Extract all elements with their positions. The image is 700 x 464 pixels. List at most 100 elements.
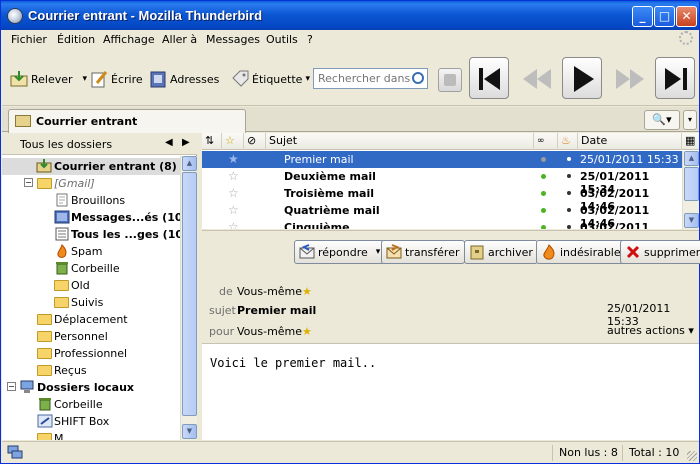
folder-suivis[interactable]: Suivis bbox=[2, 294, 180, 311]
folder-deplacement[interactable]: Déplacement bbox=[2, 311, 180, 328]
address-book-button[interactable]: Adresses bbox=[149, 66, 219, 92]
folder-shift-box[interactable]: SHIFT Box bbox=[2, 413, 180, 430]
junk-status-bullet[interactable] bbox=[567, 208, 571, 212]
folder-important[interactable]: Messages...és (10) bbox=[2, 209, 180, 226]
prev-view-icon[interactable]: ◀ bbox=[165, 137, 173, 148]
menu-messages[interactable]: Messages bbox=[206, 33, 260, 46]
online-status-icon[interactable] bbox=[7, 445, 23, 459]
scroll-thumb[interactable] bbox=[684, 167, 699, 201]
unread-status-dot[interactable] bbox=[541, 208, 546, 213]
archive-button[interactable]: archiver bbox=[464, 240, 538, 264]
message-row[interactable]: ☆ Troisième mail 03/02/2011 14:46 bbox=[202, 185, 682, 213]
delete-button[interactable]: supprimer bbox=[620, 240, 700, 264]
reply-dropdown-icon[interactable]: ▾ bbox=[376, 247, 381, 257]
menu-help[interactable]: ? bbox=[307, 33, 313, 46]
tab-list-button[interactable]: ▾ bbox=[683, 110, 697, 130]
starred-column-icon[interactable]: ☆ bbox=[222, 133, 244, 150]
scroll-down-icon[interactable]: ▼ bbox=[684, 213, 699, 228]
other-actions-button[interactable]: autres actions ▾ bbox=[607, 324, 694, 337]
junk-status-bullet[interactable] bbox=[567, 157, 571, 161]
previous-button[interactable] bbox=[469, 57, 509, 99]
folder-recus[interactable]: Reçus bbox=[2, 362, 180, 379]
reply-button[interactable]: répondre ▾ bbox=[294, 240, 386, 264]
title-bar[interactable]: Courrier entrant - Mozilla Thunderbird _… bbox=[1, 1, 699, 30]
minimize-button[interactable]: _ bbox=[632, 6, 653, 27]
junk-status-bullet[interactable] bbox=[567, 191, 571, 195]
unread-status-dot[interactable] bbox=[541, 191, 546, 196]
folder-drafts[interactable]: Brouillons bbox=[2, 192, 180, 209]
column-picker-icon[interactable]: ▦ bbox=[682, 133, 699, 150]
junk-status-bullet[interactable] bbox=[567, 225, 571, 229]
star-icon[interactable]: ☆ bbox=[228, 203, 239, 217]
message-row[interactable]: ★ Premier mail 25/01/2011 15:33 bbox=[202, 151, 682, 168]
read-column-icon[interactable]: ∞ bbox=[534, 133, 558, 150]
search-icon[interactable] bbox=[412, 72, 424, 84]
folder-local-folders[interactable]: − Dossiers locaux bbox=[2, 379, 180, 396]
close-button[interactable]: ✕ bbox=[676, 6, 697, 27]
folder-gmail[interactable]: − [Gmail] bbox=[2, 175, 180, 192]
tag-button[interactable]: Étiquette ▾ bbox=[231, 66, 310, 92]
folder-professionnel[interactable]: Professionnel bbox=[2, 345, 180, 362]
folder-spam[interactable]: Spam bbox=[2, 243, 180, 260]
get-mail-button[interactable]: Relever ▾ bbox=[10, 66, 87, 92]
attachment-column-icon[interactable]: ⊘ bbox=[244, 133, 266, 150]
star-icon[interactable]: ☆ bbox=[228, 220, 239, 229]
folder-inbox[interactable]: Courrier entrant (8) bbox=[2, 158, 180, 175]
from-name[interactable]: Vous-même bbox=[237, 285, 302, 298]
folder-all-mail[interactable]: Tous les ...ges (10) bbox=[2, 226, 180, 243]
star-icon[interactable]: ☆ bbox=[228, 169, 239, 183]
stop-button[interactable] bbox=[438, 68, 462, 92]
message-row[interactable]: ☆ Quatrième mail 03/02/2011 14:46 bbox=[202, 202, 682, 230]
quick-filter-button[interactable]: 🔍▾ bbox=[644, 110, 680, 130]
fast-forward-button[interactable] bbox=[609, 57, 649, 99]
unread-status-dot[interactable] bbox=[541, 174, 546, 179]
folder-old[interactable]: Old bbox=[2, 277, 180, 294]
resize-grip-icon[interactable] bbox=[687, 451, 697, 461]
thread-column-icon[interactable]: ⇅ bbox=[202, 133, 222, 150]
star-contact-icon[interactable]: ★ bbox=[302, 285, 312, 298]
folder-local-trash[interactable]: Corbeille bbox=[2, 396, 180, 413]
menu-outils[interactable]: Outils bbox=[266, 33, 298, 46]
menu-fichier[interactable]: Fichier bbox=[11, 33, 47, 46]
message-row[interactable]: ☆ Deuxième mail 25/01/2011 15:34 bbox=[202, 168, 682, 196]
tag-dropdown-icon[interactable]: ▾ bbox=[305, 74, 310, 84]
date-column-header[interactable]: Date bbox=[578, 133, 682, 150]
play-button[interactable] bbox=[562, 57, 602, 99]
search-box[interactable] bbox=[313, 68, 428, 89]
scroll-up-icon[interactable]: ▲ bbox=[684, 151, 699, 166]
subject-column-header[interactable]: Sujet bbox=[266, 133, 534, 150]
collapse-icon[interactable]: − bbox=[7, 382, 16, 391]
tab-inbox[interactable]: Courrier entrant bbox=[8, 109, 246, 133]
thread-scrollbar[interactable]: ▲ ▼ bbox=[682, 151, 699, 229]
folder-scrollbar[interactable]: ▲ ▼ bbox=[180, 156, 197, 440]
maximize-button[interactable]: □ bbox=[654, 6, 675, 27]
collapse-icon[interactable]: − bbox=[24, 178, 33, 187]
star-icon[interactable]: ★ bbox=[228, 152, 239, 166]
junk-button[interactable]: indésirable bbox=[536, 240, 626, 264]
read-status-dot[interactable] bbox=[541, 157, 546, 162]
rewind-button[interactable] bbox=[516, 57, 556, 99]
get-mail-dropdown-icon[interactable]: ▾ bbox=[83, 74, 88, 84]
to-name[interactable]: Vous-même bbox=[237, 325, 302, 338]
folder-personnel[interactable]: Personnel bbox=[2, 328, 180, 345]
search-input[interactable] bbox=[314, 69, 410, 88]
junk-column-icon[interactable]: ♨ bbox=[558, 133, 578, 150]
forward-button[interactable]: transférer bbox=[381, 240, 465, 264]
next-view-icon[interactable]: ▶ bbox=[182, 137, 190, 148]
scroll-down-icon[interactable]: ▼ bbox=[182, 424, 197, 439]
junk-status-bullet[interactable] bbox=[567, 174, 571, 178]
menu-affichage[interactable]: Affichage bbox=[103, 33, 155, 46]
next-button[interactable] bbox=[655, 57, 695, 99]
folder-partial[interactable]: M bbox=[2, 430, 180, 440]
write-button[interactable]: Écrire bbox=[90, 66, 143, 92]
star-icon[interactable]: ☆ bbox=[228, 186, 239, 200]
folder-trash[interactable]: Corbeille bbox=[2, 260, 180, 277]
scroll-thumb[interactable] bbox=[182, 172, 197, 416]
scroll-up-icon[interactable]: ▲ bbox=[182, 156, 197, 171]
unread-status-dot[interactable] bbox=[541, 225, 546, 229]
to-value[interactable]: Vous-même★ bbox=[237, 325, 312, 338]
message-row[interactable]: ☆ Cinquième 03/02/2011 14:46 bbox=[202, 219, 682, 229]
from-value[interactable]: Vous-même★ bbox=[237, 285, 312, 298]
menu-edition[interactable]: Édition bbox=[57, 33, 95, 46]
menu-aller-a[interactable]: Aller à bbox=[162, 33, 197, 46]
